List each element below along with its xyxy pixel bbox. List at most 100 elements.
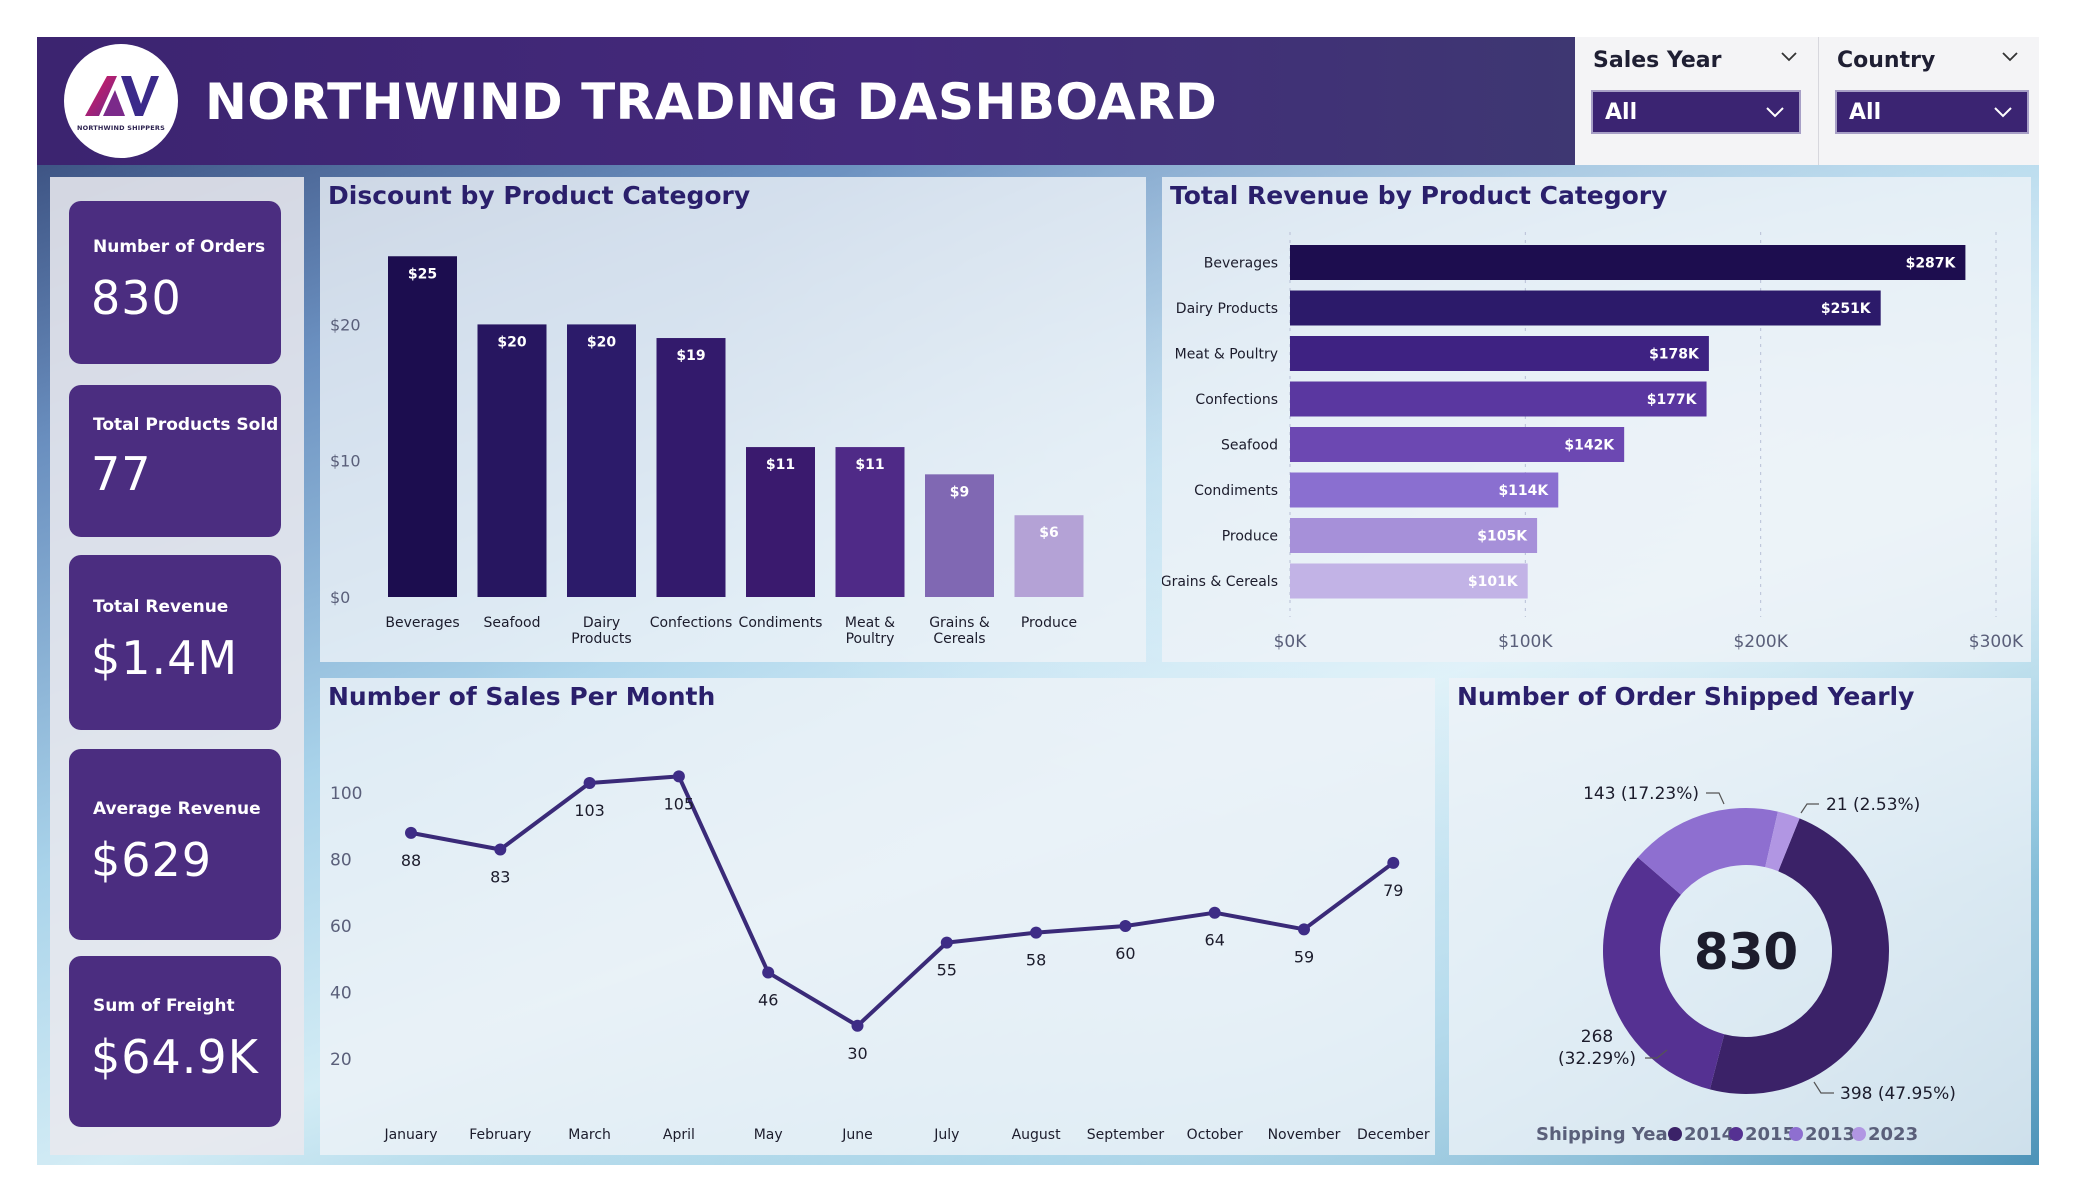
kpi-value: $629 bbox=[91, 833, 213, 887]
slice-label: 268 bbox=[1581, 1027, 1613, 1047]
data-label: 64 bbox=[1205, 931, 1225, 950]
data-label: $6 bbox=[1039, 525, 1058, 541]
x-tick-label: Confections bbox=[650, 615, 733, 631]
dashboard-canvas: NORTHWIND SHIPPERS NORTHWIND TRADING DAS… bbox=[37, 37, 2039, 1165]
slice-label: (32.29%) bbox=[1558, 1049, 1636, 1069]
kpi-card-products-sold[interactable]: Total Products Sold 77 bbox=[69, 385, 281, 537]
bar bbox=[1290, 381, 1707, 417]
sales-year-label: Sales Year bbox=[1593, 48, 1722, 73]
kpi-value: 830 bbox=[91, 271, 182, 325]
y-tick-label: Condiments bbox=[1194, 483, 1278, 499]
data-point bbox=[851, 1019, 864, 1032]
chevron-down-icon[interactable] bbox=[2001, 47, 2019, 65]
shipped-chart-panel[interactable]: Number of Order Shipped Yearly 830 143 (1… bbox=[1449, 678, 2031, 1155]
page-title: NORTHWIND TRADING DASHBOARD bbox=[205, 73, 1218, 131]
x-tick-label: Grains & bbox=[929, 615, 990, 631]
logo-mark-icon bbox=[85, 76, 159, 116]
country-dropdown[interactable]: All bbox=[1835, 90, 2029, 134]
legend-title: Shipping Year bbox=[1536, 1124, 1677, 1145]
bar bbox=[388, 256, 457, 597]
country-label: Country bbox=[1837, 48, 1936, 73]
bar bbox=[656, 338, 726, 597]
y-tick-label: $0 bbox=[330, 588, 350, 607]
kpi-value: $1.4M bbox=[91, 631, 239, 685]
data-label: 83 bbox=[490, 868, 510, 887]
kpi-card-freight[interactable]: Sum of Freight $64.9K bbox=[69, 956, 281, 1127]
x-tick-label: May bbox=[754, 1127, 783, 1143]
x-tick-label: $100K bbox=[1498, 632, 1553, 652]
country-value: All bbox=[1849, 100, 1882, 125]
sales-chart-panel[interactable]: Number of Sales Per Month 20 40 60 80 100 88 J… bbox=[320, 678, 1435, 1155]
legend-marker bbox=[1789, 1127, 1803, 1141]
kpi-card-total-revenue[interactable]: Total Revenue $1.4M bbox=[69, 555, 281, 730]
data-point bbox=[1119, 920, 1132, 932]
data-label: $105K bbox=[1477, 529, 1528, 545]
data-label: 60 bbox=[1115, 944, 1135, 963]
bar bbox=[1290, 290, 1881, 326]
kpi-card-average-revenue[interactable]: Average Revenue $629 bbox=[69, 749, 281, 940]
legend-item: 2014 bbox=[1684, 1124, 1734, 1145]
data-point bbox=[940, 936, 953, 949]
data-label: 46 bbox=[758, 991, 778, 1010]
y-tick-label: Confections bbox=[1195, 392, 1278, 408]
x-tick-label: July bbox=[933, 1127, 959, 1143]
data-point bbox=[1030, 926, 1043, 939]
kpi-panel: Number of Orders 830 Total Products Sold… bbox=[50, 177, 304, 1155]
data-point bbox=[672, 770, 685, 783]
y-tick-label: Beverages bbox=[1204, 256, 1278, 272]
leader-line bbox=[1800, 803, 1819, 814]
sales-year-dropdown[interactable]: All bbox=[1591, 90, 1801, 134]
data-label: 55 bbox=[937, 961, 957, 980]
x-tick-label: January bbox=[383, 1127, 437, 1143]
data-label: $9 bbox=[950, 484, 969, 500]
revenue-chart-panel[interactable]: Total Revenue by Product Category $0K $10… bbox=[1162, 177, 2031, 662]
y-tick-label: Grains & Cereals bbox=[1162, 574, 1278, 590]
legend-item: 2013 bbox=[1805, 1124, 1855, 1145]
x-tick-label: $0K bbox=[1274, 632, 1308, 652]
kpi-label: Average Revenue bbox=[93, 799, 261, 819]
x-tick-label: $300K bbox=[1969, 632, 2024, 652]
revenue-bar-chart: $0K $100K $200K $300K $287K Beverages $251K Dai… bbox=[1162, 232, 2024, 652]
y-tick-label: 60 bbox=[330, 917, 352, 937]
bar bbox=[567, 324, 636, 597]
slice-label: 21 (2.53%) bbox=[1826, 795, 1920, 815]
y-tick-label: Produce bbox=[1222, 529, 1278, 545]
sales-line-chart: 20 40 60 80 100 88 January 83 February 103 March 10… bbox=[330, 770, 1430, 1143]
y-tick-label: Meat & Poultry bbox=[1175, 347, 1278, 363]
bar bbox=[1290, 245, 1966, 280]
data-label: 59 bbox=[1294, 947, 1314, 966]
y-tick-label: Dairy Products bbox=[1176, 301, 1278, 317]
chevron-down-icon bbox=[1766, 107, 1784, 118]
legend-marker bbox=[1729, 1127, 1743, 1141]
discount-chart-panel[interactable]: Discount by Product Category $0 $10 $20 $25… bbox=[320, 177, 1146, 662]
data-point bbox=[1208, 906, 1221, 919]
x-tick-label: April bbox=[663, 1127, 695, 1143]
data-point bbox=[1387, 856, 1400, 869]
sales-year-value: All bbox=[1605, 100, 1638, 125]
data-label: 58 bbox=[1026, 951, 1046, 970]
kpi-label: Total Products Sold bbox=[93, 415, 279, 435]
x-tick-label: Products bbox=[571, 631, 631, 647]
data-point bbox=[583, 777, 596, 790]
x-tick-label: February bbox=[469, 1127, 531, 1143]
x-tick-label: Meat & bbox=[845, 615, 895, 631]
kpi-card-orders[interactable]: Number of Orders 830 bbox=[69, 201, 281, 364]
data-point bbox=[1298, 923, 1310, 936]
y-tick-label: $10 bbox=[330, 452, 361, 471]
data-point bbox=[405, 826, 417, 839]
legend-marker bbox=[1668, 1127, 1682, 1141]
x-tick-label: $200K bbox=[1733, 632, 1788, 652]
legend-item: 2015 bbox=[1745, 1124, 1795, 1145]
donut-center-value: 830 bbox=[1694, 923, 1798, 981]
y-tick-label: 80 bbox=[330, 851, 352, 871]
data-label: 88 bbox=[401, 851, 421, 870]
y-tick-label: $20 bbox=[330, 315, 361, 334]
x-tick-label: Cereals bbox=[933, 631, 985, 647]
dashboard-header: NORTHWIND SHIPPERS NORTHWIND TRADING DAS… bbox=[37, 37, 1575, 165]
chevron-down-icon[interactable] bbox=[1780, 47, 1798, 65]
shipped-donut-chart: 830 143 (17.23%) 21 (2.53%) 398 (47.95%) 268… bbox=[1536, 784, 1956, 1145]
x-tick-label: June bbox=[841, 1127, 873, 1143]
bar bbox=[1290, 336, 1709, 371]
kpi-value: $64.9K bbox=[91, 1030, 259, 1084]
y-tick-label: 40 bbox=[330, 984, 352, 1004]
